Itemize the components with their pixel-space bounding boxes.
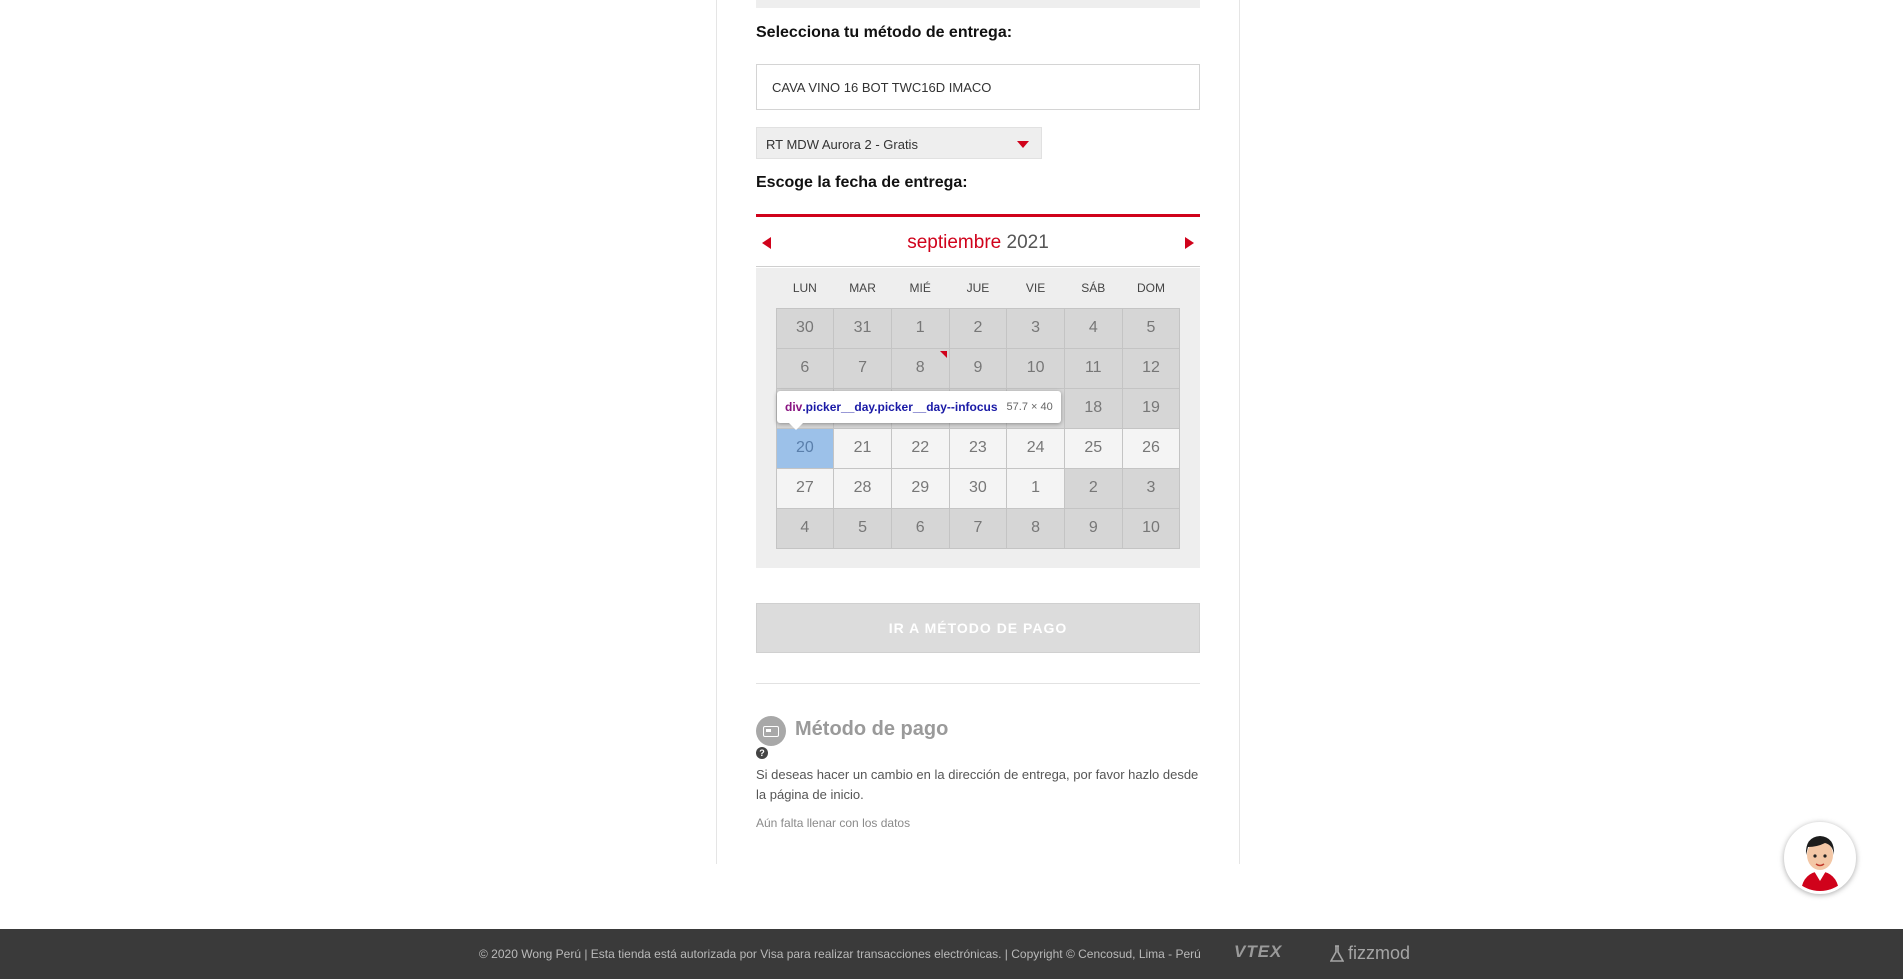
calendar-day[interactable]: 24	[1006, 427, 1065, 469]
month-year-title: septiembre 2021	[756, 232, 1200, 254]
weekday-label: VIE	[1025, 281, 1046, 295]
year-number: 2021	[1006, 232, 1049, 253]
calendar-day: 19	[1121, 387, 1181, 429]
weekday-header-row: LUN MAR MIÉ JUE VIE SÁB DOM	[776, 281, 1180, 295]
day-grid: 3031123456789101112131415161718192021222…	[775, 307, 1181, 549]
calendar-day[interactable]: 22	[890, 427, 950, 469]
calendar-day: 31	[833, 307, 892, 349]
section-divider	[756, 683, 1200, 684]
chat-assistant-avatar-icon[interactable]	[1784, 822, 1856, 894]
devtools-inspector-tooltip: div .picker__day.picker__day--infocus 57.…	[777, 391, 1061, 430]
calendar-day: 10	[1121, 507, 1181, 549]
chevron-down-icon	[1017, 141, 1029, 148]
calendar-day: 7	[833, 347, 892, 389]
calendar-day: 7	[948, 507, 1008, 549]
store-select-value: RT MDW Aurora 2 - Gratis	[766, 137, 918, 152]
calendar-day: 3	[1121, 467, 1181, 509]
fizzmod-logo: fizzmod	[1330, 943, 1410, 964]
product-name-field: CAVA VINO 16 BOT TWC16D IMACO	[756, 64, 1200, 110]
payment-section-title: Método de pago	[795, 718, 949, 740]
calendar-day: 1	[890, 307, 950, 349]
calendar-day[interactable]: 30	[948, 467, 1008, 509]
weekday-label: JUE	[966, 281, 990, 295]
date-picker-header: septiembre 2021	[756, 217, 1200, 267]
calendar-day: 9	[948, 347, 1008, 389]
calendar-day: 2	[948, 307, 1008, 349]
fizzmod-logo-text: fizzmod	[1348, 943, 1411, 963]
weekday-label: LUN	[792, 281, 817, 295]
content-column-border-right	[1239, 0, 1240, 864]
calendar-day[interactable]: 29	[890, 467, 950, 509]
content-column-border-left	[716, 0, 717, 864]
vtex-logo: VTEX	[1234, 942, 1283, 961]
calendar-day: 6	[890, 507, 950, 549]
calendar-day: 8	[1006, 507, 1065, 549]
store-select[interactable]: RT MDW Aurora 2 - Gratis	[756, 127, 1042, 159]
calendar-day: 2	[1063, 467, 1123, 509]
calendar-day[interactable]: 21	[833, 427, 892, 469]
calendar-day: 10	[1006, 347, 1065, 389]
calendar-day: 6	[775, 347, 835, 389]
calendar-day: 5	[833, 507, 892, 549]
weekday-label: MAR	[849, 281, 876, 295]
delivery-date-label: Escoge la fecha de entrega:	[756, 174, 968, 191]
credit-card-icon	[756, 716, 786, 746]
month-name: septiembre	[907, 232, 1002, 253]
address-change-note: Si deseas hacer un cambio en la direcció…	[756, 767, 1199, 802]
calendar-day[interactable]: 23	[948, 427, 1008, 469]
calendar-day: 8	[890, 347, 950, 389]
weekday-label: SÁB	[1081, 281, 1106, 295]
calendar-day[interactable]: 1	[1006, 467, 1065, 509]
weekday-label: MIÉ	[909, 281, 931, 295]
previous-section-strip	[756, 0, 1200, 8]
calendar-day[interactable]: 25	[1063, 427, 1123, 469]
product-name: CAVA VINO 16 BOT TWC16D IMACO	[772, 80, 992, 95]
help-icon[interactable]: ?	[756, 747, 768, 759]
next-month-icon[interactable]	[1185, 237, 1194, 249]
calendar-day[interactable]: 27	[775, 467, 835, 509]
tooltip-dimensions: 57.7 × 40	[1006, 401, 1053, 413]
go-to-payment-button[interactable]: IR A MÉTODO DE PAGO	[756, 603, 1200, 653]
calendar-day[interactable]: 20	[775, 427, 835, 469]
calendar-day: 30	[775, 307, 835, 349]
calendar-day: 11	[1063, 347, 1123, 389]
calendar-day[interactable]: 26	[1121, 427, 1181, 469]
calendar-day[interactable]: 28	[833, 467, 892, 509]
calendar-day: 3	[1006, 307, 1065, 349]
page-footer: © 2020 Wong Perú | Esta tienda está auto…	[0, 929, 1903, 979]
weekday-label: DOM	[1136, 281, 1165, 295]
calendar-day: 4	[775, 507, 835, 549]
missing-data-message: Aún falta llenar con los datos	[756, 816, 911, 830]
tooltip-tag: div	[785, 400, 803, 414]
flask-icon	[1330, 944, 1344, 962]
calendar-day: 12	[1121, 347, 1181, 389]
tooltip-classes: .picker__day.picker__day--infocus	[802, 400, 998, 414]
calendar-day: 4	[1063, 307, 1123, 349]
tooltip-pointer	[789, 423, 803, 430]
calendar-day: 18	[1063, 387, 1123, 429]
calendar-day: 5	[1121, 307, 1181, 349]
calendar-day: 9	[1063, 507, 1123, 549]
footer-legal-text: © 2020 Wong Perú | Esta tienda está auto…	[479, 947, 1201, 961]
delivery-method-label: Selecciona tu método de entrega:	[756, 24, 1013, 41]
